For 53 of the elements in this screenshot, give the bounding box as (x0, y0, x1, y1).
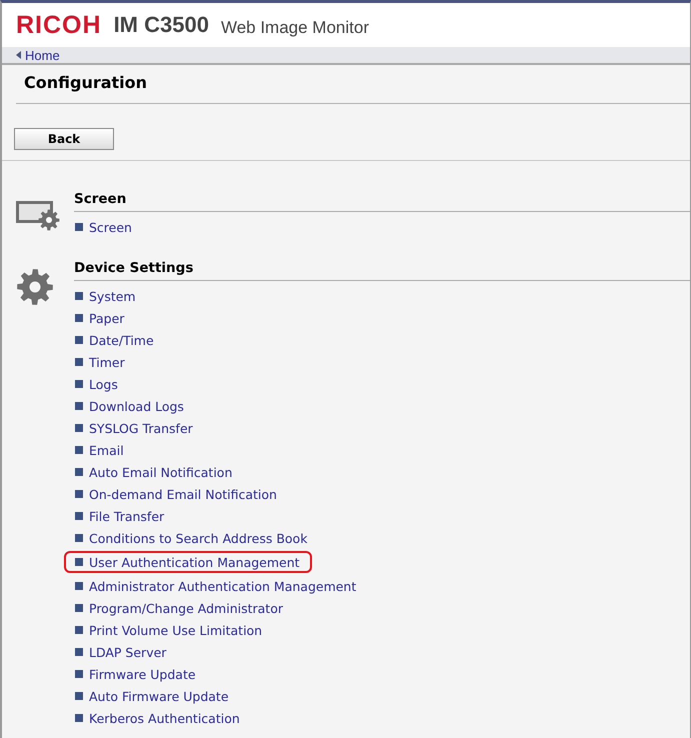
settings-link[interactable]: Screen (64, 218, 142, 236)
monitor-gear-icon (16, 199, 60, 231)
settings-link[interactable]: Conditions to Search Address Book (64, 529, 318, 547)
settings-link[interactable]: Paper (64, 309, 134, 327)
bullet-icon (75, 292, 83, 300)
model-name: IM C3500 (114, 12, 209, 38)
bullet-icon (75, 380, 83, 388)
settings-link[interactable]: Email (64, 441, 134, 459)
section-heading: Screen (74, 191, 690, 212)
bullet-icon (75, 714, 83, 722)
settings-link[interactable]: Timer (64, 353, 135, 371)
bullet-icon (75, 558, 83, 566)
settings-link[interactable]: Firmware Update (64, 665, 206, 683)
caret-icon (16, 51, 21, 59)
settings-link[interactable]: Administrator Authentication Management (64, 577, 366, 595)
settings-link[interactable]: Program/Change Administrator (64, 599, 293, 617)
settings-link[interactable]: SYSLOG Transfer (64, 419, 203, 437)
settings-link[interactable]: Logs (64, 375, 128, 393)
settings-link[interactable]: User Authentication Management (64, 551, 312, 573)
bullet-icon (75, 626, 83, 634)
settings-link[interactable]: Auto Email Notification (64, 463, 242, 481)
settings-link[interactable]: On-demand Email Notification (64, 485, 287, 503)
bullet-icon (75, 468, 83, 476)
back-button[interactable]: Back (14, 128, 114, 150)
page-title: Configuration (16, 65, 690, 104)
bullet-icon (75, 402, 83, 410)
settings-link[interactable]: Kerberos Authentication (64, 709, 250, 727)
bullet-icon (75, 358, 83, 366)
bullet-icon (75, 692, 83, 700)
bullet-icon (75, 582, 83, 590)
settings-link[interactable]: System (64, 287, 146, 305)
gear-icon (16, 268, 54, 306)
bullet-icon (75, 314, 83, 322)
product-name: Web Image Monitor (220, 18, 369, 38)
bullet-icon (75, 424, 83, 432)
home-link[interactable]: Home (25, 48, 60, 62)
settings-link[interactable]: Date/Time (64, 331, 164, 349)
settings-link[interactable]: LDAP Server (64, 643, 176, 661)
settings-link[interactable]: Auto Firmware Update (64, 687, 239, 705)
brand-logo: RICOH (16, 10, 102, 40)
bullet-icon (75, 534, 83, 542)
bullet-icon (75, 223, 83, 231)
bullet-icon (75, 446, 83, 454)
bullet-icon (75, 490, 83, 498)
section-heading: Device Settings (74, 260, 690, 281)
settings-link[interactable]: Print Volume Use Limitation (64, 621, 272, 639)
bullet-icon (75, 336, 83, 344)
settings-link[interactable]: Download Logs (64, 397, 194, 415)
bullet-icon (75, 670, 83, 678)
bullet-icon (75, 512, 83, 520)
settings-link[interactable]: File Transfer (64, 507, 174, 525)
bullet-icon (75, 648, 83, 656)
bullet-icon (75, 604, 83, 612)
